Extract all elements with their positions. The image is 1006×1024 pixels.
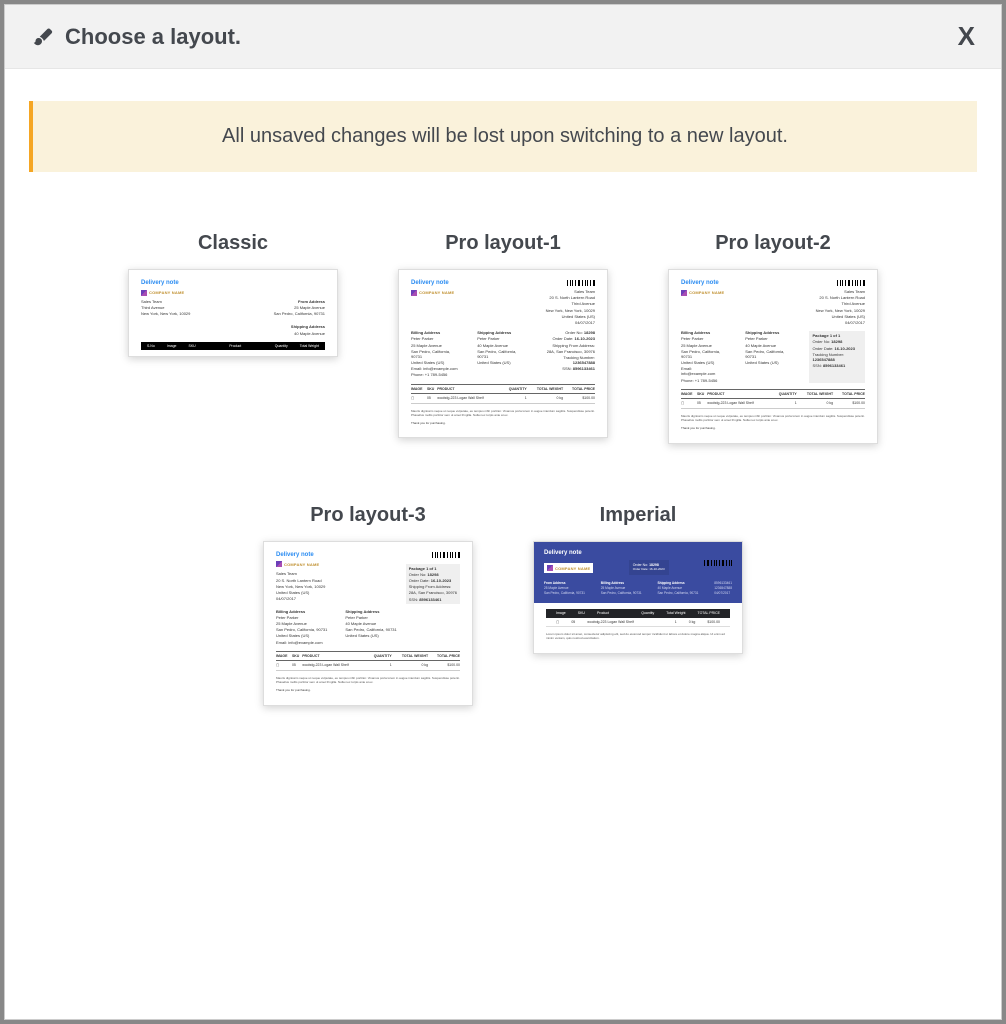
warning-alert: All unsaved changes will be lost upon sw… (29, 101, 977, 172)
modal-title: Choose a layout. (65, 24, 241, 50)
brush-icon (31, 26, 53, 48)
layout-label: Classic (198, 232, 268, 255)
layout-thumbnail-pro2: Delivery note COMPANY NAME Sales Team 20… (668, 269, 878, 444)
barcode-icon (432, 552, 460, 558)
layout-option-pro2[interactable]: Pro layout-2 Delivery note COMPANY NAME … (668, 232, 878, 444)
title-wrap: Choose a layout. (31, 24, 241, 50)
layout-thumbnail-classic: Delivery note COMPANY NAME Sales Team Th… (128, 269, 338, 357)
alert-text: All unsaved changes will be lost upon sw… (53, 125, 957, 148)
layout-option-imperial[interactable]: Imperial Delivery note COMPANY NAME Orde… (533, 504, 743, 706)
close-button[interactable]: X (958, 21, 975, 52)
layouts-grid: Classic Delivery note COMPANY NAME Sales… (53, 232, 953, 706)
layout-chooser-modal: Choose a layout. X All unsaved changes w… (4, 4, 1002, 1020)
layout-thumbnail-pro3: Delivery note COMPANY NAME Sales Team 20… (263, 541, 473, 706)
modal-content: All unsaved changes will be lost upon sw… (5, 69, 1001, 738)
layout-option-classic[interactable]: Classic Delivery note COMPANY NAME Sales… (128, 232, 338, 444)
layout-label: Pro layout-1 (445, 232, 561, 255)
barcode-icon (567, 280, 595, 286)
layout-thumbnail-pro1: Delivery note COMPANY NAME Sales Team 20… (398, 269, 608, 438)
logo-icon (681, 290, 687, 296)
logo-icon (141, 290, 147, 296)
modal-header: Choose a layout. X (5, 5, 1001, 69)
layout-label: Pro layout-2 (715, 232, 831, 255)
layout-option-pro3[interactable]: Pro layout-3 Delivery note COMPANY NAME … (263, 504, 473, 706)
barcode-icon (837, 280, 865, 286)
barcode-icon (704, 560, 732, 566)
layout-label: Pro layout-3 (310, 504, 426, 527)
logo-icon (411, 290, 417, 296)
layout-option-pro1[interactable]: Pro layout-1 Delivery note COMPANY NAME … (398, 232, 608, 444)
logo-icon (547, 565, 553, 571)
logo-icon (276, 561, 282, 567)
layout-thumbnail-imperial: Delivery note COMPANY NAME Order No: 182… (533, 541, 743, 655)
layout-label: Imperial (600, 504, 677, 527)
